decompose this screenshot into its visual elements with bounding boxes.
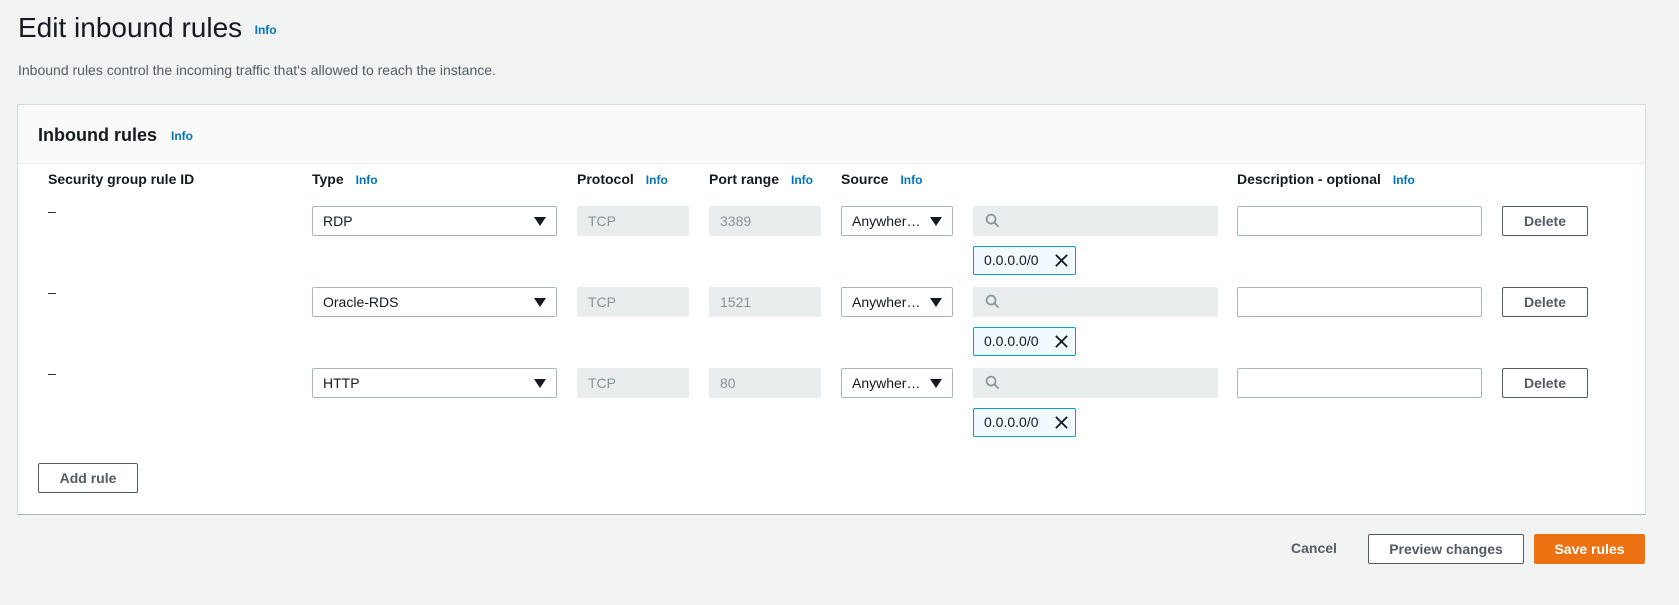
panel-info-link[interactable]: Info <box>171 129 193 143</box>
close-icon[interactable] <box>1054 253 1069 268</box>
type-select[interactable]: Oracle-RDS <box>312 287 557 317</box>
source-info-link[interactable]: Info <box>900 173 922 187</box>
delete-button[interactable]: Delete <box>1502 206 1588 236</box>
column-header-source: Source Info <box>841 171 922 187</box>
column-label-rule-id: Security group rule ID <box>48 171 195 187</box>
delete-button[interactable]: Delete <box>1502 368 1588 398</box>
column-header-description: Description - optional Info <box>1237 171 1415 187</box>
type-select-value: RDP <box>323 213 353 229</box>
column-header-protocol: Protocol Info <box>577 171 668 187</box>
protocol-field: TCP <box>577 287 689 317</box>
add-rule-button[interactable]: Add rule <box>38 463 138 493</box>
source-select-value: Anywher… <box>852 213 921 229</box>
page-description: Inbound rules control the incoming traff… <box>18 62 496 78</box>
port-range-field: 1521 <box>709 287 821 317</box>
save-rules-button[interactable]: Save rules <box>1534 534 1645 564</box>
preview-changes-button[interactable]: Preview changes <box>1368 534 1524 564</box>
source-cidr-token: 0.0.0.0/0 <box>973 246 1076 275</box>
type-select-value: HTTP <box>323 375 360 391</box>
source-select[interactable]: Anywher… <box>841 368 953 398</box>
type-select[interactable]: HTTP <box>312 368 557 398</box>
page-title: Edit inbound rules <box>18 12 243 43</box>
token-label: 0.0.0.0/0 <box>984 333 1039 349</box>
caret-down-icon <box>930 379 942 388</box>
column-header-port-range: Port range Info <box>709 171 813 187</box>
protocol-field: TCP <box>577 368 689 398</box>
port-range-info-link[interactable]: Info <box>791 173 813 187</box>
source-select[interactable]: Anywher… <box>841 206 953 236</box>
search-icon <box>985 213 1000 228</box>
port-range-field: 3389 <box>709 206 821 236</box>
caret-down-icon <box>534 298 546 307</box>
source-search-input[interactable] <box>973 287 1218 317</box>
cancel-button[interactable]: Cancel <box>1280 533 1348 563</box>
source-cidr-token: 0.0.0.0/0 <box>973 408 1076 437</box>
column-header-type: Type Info <box>312 171 378 187</box>
search-icon <box>985 294 1000 309</box>
panel-header: Inbound rules Info <box>18 105 1645 164</box>
close-icon[interactable] <box>1054 334 1069 349</box>
source-select[interactable]: Anywher… <box>841 287 953 317</box>
token-label: 0.0.0.0/0 <box>984 252 1039 268</box>
source-select-value: Anywher… <box>852 294 921 310</box>
source-search-input[interactable] <box>973 206 1218 236</box>
type-select[interactable]: RDP <box>312 206 557 236</box>
port-range-field: 80 <box>709 368 821 398</box>
source-cidr-token: 0.0.0.0/0 <box>973 327 1076 356</box>
description-input[interactable] <box>1237 206 1482 236</box>
column-label-type: Type <box>312 171 344 187</box>
delete-button[interactable]: Delete <box>1502 287 1588 317</box>
column-label-protocol: Protocol <box>577 171 634 187</box>
panel-title: Inbound rules <box>38 125 157 145</box>
source-select-value: Anywher… <box>852 375 921 391</box>
type-select-value: Oracle-RDS <box>323 294 399 310</box>
protocol-field: TCP <box>577 206 689 236</box>
description-input[interactable] <box>1237 368 1482 398</box>
rule-id: – <box>48 365 56 381</box>
close-icon[interactable] <box>1054 415 1069 430</box>
inbound-rules-panel: Inbound rules Info Security group rule I… <box>17 104 1646 515</box>
type-info-link[interactable]: Info <box>356 173 378 187</box>
rule-id: – <box>48 284 56 300</box>
page-info-link[interactable]: Info <box>255 23 277 37</box>
caret-down-icon <box>534 379 546 388</box>
token-label: 0.0.0.0/0 <box>984 414 1039 430</box>
column-label-description: Description - optional <box>1237 171 1381 187</box>
column-label-port-range: Port range <box>709 171 780 187</box>
column-header-rule-id: Security group rule ID <box>48 171 194 187</box>
source-search-input[interactable] <box>973 368 1218 398</box>
caret-down-icon <box>930 217 942 226</box>
column-label-source: Source <box>841 171 889 187</box>
protocol-info-link[interactable]: Info <box>646 173 668 187</box>
search-icon <box>985 375 1000 390</box>
description-info-link[interactable]: Info <box>1393 173 1415 187</box>
caret-down-icon <box>534 217 546 226</box>
page-header: Edit inbound rules Info <box>18 12 277 44</box>
rule-id: – <box>48 203 56 219</box>
description-input[interactable] <box>1237 287 1482 317</box>
caret-down-icon <box>930 298 942 307</box>
